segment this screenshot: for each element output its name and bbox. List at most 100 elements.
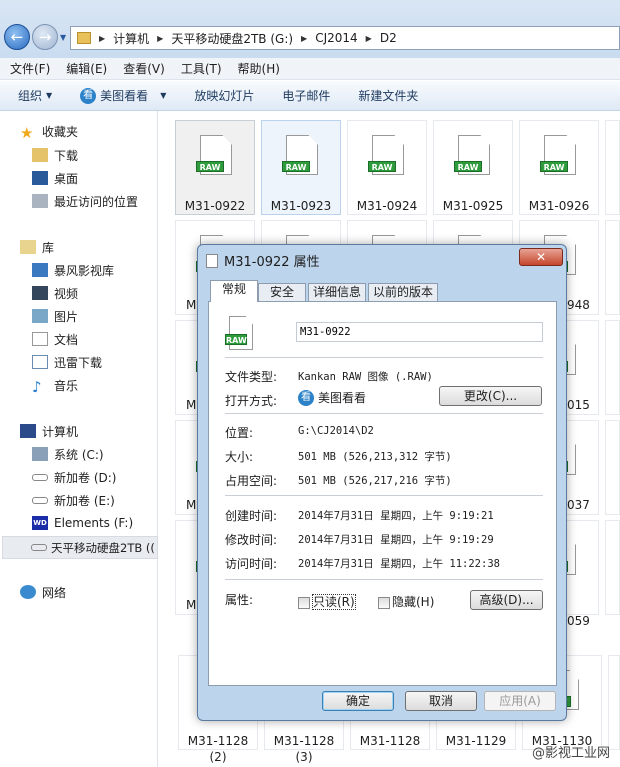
forward-button[interactable]: → bbox=[32, 24, 58, 50]
system-drive-icon bbox=[32, 447, 48, 461]
file-name-line: M31-0925 bbox=[442, 199, 504, 213]
tab-general[interactable]: 常规 bbox=[210, 280, 258, 302]
file-name-line: M31-0926 bbox=[528, 199, 590, 213]
sidebar-item-library[interactable]: 图片 bbox=[32, 306, 78, 326]
sidebar-item-desktop[interactable]: 桌面 bbox=[32, 168, 78, 188]
sidebar-libraries[interactable]: 库 bbox=[20, 237, 54, 257]
breadcrumb-item[interactable]: 天平移动硬盘2TB (G:) bbox=[171, 30, 293, 47]
change-button[interactable]: 更改(C)... bbox=[439, 386, 542, 406]
chevron-right-icon[interactable]: ▶ bbox=[99, 34, 105, 43]
sidebar-label: 图片 bbox=[54, 309, 79, 324]
sidebar-item-recent[interactable]: 最近访问的位置 bbox=[32, 191, 138, 211]
organize-label: 组织 bbox=[18, 89, 43, 103]
back-button[interactable]: ← bbox=[4, 24, 30, 50]
watermark: @影视工业网 bbox=[531, 746, 610, 761]
file-item[interactable] bbox=[605, 220, 620, 315]
file-name-line: (2) bbox=[209, 750, 227, 764]
menu-tools[interactable]: 工具(T) bbox=[181, 60, 222, 77]
organize-button[interactable]: 组织 ▼ bbox=[18, 87, 52, 104]
file-item[interactable] bbox=[605, 420, 620, 515]
file-name: M31-0924 bbox=[347, 198, 427, 214]
raw-badge: RAW bbox=[196, 161, 224, 172]
sidebar-item-library[interactable]: 迅雷下载 bbox=[32, 352, 102, 372]
chevron-right-icon[interactable]: ▶ bbox=[157, 34, 163, 43]
file-name-line: M31-1128 bbox=[273, 734, 335, 748]
file-type-label: 文件类型: bbox=[225, 370, 278, 384]
menu-edit[interactable]: 编辑(E) bbox=[66, 60, 107, 77]
file-item[interactable] bbox=[608, 655, 620, 750]
file-name: M31-0925 bbox=[433, 198, 513, 214]
chevron-down-icon: ▼ bbox=[46, 91, 53, 100]
menu-help[interactable]: 帮助(H) bbox=[238, 60, 280, 77]
dialog-titlebar: M31-0922 属性 bbox=[206, 251, 320, 270]
file-name-partial: M bbox=[186, 398, 197, 412]
menu-file[interactable]: 文件(F) bbox=[10, 60, 50, 77]
file-name-partial: 015 bbox=[567, 398, 590, 412]
sidebar-computer[interactable]: 计算机 bbox=[20, 421, 78, 441]
sidebar-label: 文档 bbox=[54, 332, 79, 347]
chevron-right-icon[interactable]: ▶ bbox=[301, 34, 307, 43]
sidebar-drive[interactable]: WD Elements (F:) bbox=[32, 513, 133, 533]
filename-input[interactable] bbox=[296, 322, 543, 342]
email-button[interactable]: 电子邮件 bbox=[282, 87, 330, 104]
new-folder-button[interactable]: 新建文件夹 bbox=[358, 87, 418, 104]
sidebar-drive-selected[interactable]: 天平移动硬盘2TB (( bbox=[2, 536, 158, 559]
sidebar-label: 网络 bbox=[42, 585, 67, 600]
tab-security[interactable]: 安全 bbox=[258, 283, 306, 301]
breadcrumb-item[interactable]: 计算机 bbox=[113, 30, 149, 47]
file-item[interactable] bbox=[605, 120, 620, 215]
close-button[interactable]: ✕ bbox=[519, 248, 563, 266]
sidebar-drive[interactable]: 新加卷 (D:) bbox=[32, 467, 116, 487]
sidebar-drive[interactable]: 系统 (C:) bbox=[32, 444, 104, 464]
cancel-button[interactable]: 取消 bbox=[405, 691, 477, 711]
file-item[interactable] bbox=[605, 320, 620, 415]
menu-view[interactable]: 查看(V) bbox=[123, 60, 165, 77]
sidebar-item-library[interactable]: ♪ 音乐 bbox=[32, 375, 79, 396]
open-with-button[interactable]: 看美图看看 ▼ bbox=[80, 87, 166, 104]
sidebar-item-library[interactable]: 文档 bbox=[32, 329, 78, 349]
sidebar-item-library[interactable]: 视频 bbox=[32, 283, 78, 303]
sidebar-label: 视频 bbox=[54, 286, 79, 301]
breadcrumb-item[interactable]: D2 bbox=[380, 31, 397, 45]
sidebar-item-downloads[interactable]: 下载 bbox=[32, 145, 78, 165]
sidebar-favorites[interactable]: ★ 收藏夹 bbox=[20, 121, 78, 142]
sidebar-drive[interactable]: 新加卷 (E:) bbox=[32, 490, 115, 510]
sidebar-label: 迅雷下载 bbox=[54, 355, 103, 370]
file-name-line: M31-1128 bbox=[359, 734, 421, 748]
sidebar-label: 暴风影视库 bbox=[54, 263, 115, 278]
address-bar[interactable]: ▶ 计算机 ▶ 天平移动硬盘2TB (G:) ▶ CJ2014 ▶ D2 bbox=[70, 26, 620, 50]
readonly-checkbox[interactable]: 只读(R) bbox=[298, 593, 356, 610]
file-name: M31-0923 bbox=[261, 198, 341, 214]
sidebar-label: 桌面 bbox=[54, 171, 79, 186]
sidebar-item-library[interactable]: 暴风影视库 bbox=[32, 260, 114, 280]
chevron-right-icon[interactable]: ▶ bbox=[366, 34, 372, 43]
file-type-value: Kankan RAW 图像 (.RAW) bbox=[298, 371, 433, 383]
desktop-icon bbox=[32, 171, 48, 185]
open-with-app: 美图看看 bbox=[318, 391, 367, 405]
general-tab-panel: RAW 文件类型: Kankan RAW 图像 (.RAW) 打开方式: 看美图… bbox=[208, 301, 557, 686]
file-item[interactable] bbox=[605, 520, 620, 615]
breadcrumb-item[interactable]: CJ2014 bbox=[315, 31, 357, 45]
history-dropdown-icon[interactable]: ▼ bbox=[60, 33, 66, 42]
hidden-checkbox[interactable]: 隐藏(H) bbox=[378, 593, 434, 610]
tab-previous-versions[interactable]: 以前的版本 bbox=[368, 283, 438, 301]
advanced-button[interactable]: 高级(D)... bbox=[470, 590, 543, 610]
recent-places-icon bbox=[32, 194, 48, 208]
sidebar-label: 库 bbox=[42, 240, 55, 255]
disk-size-label: 占用空间: bbox=[225, 474, 278, 488]
sidebar-label: 天平移动硬盘2TB (( bbox=[51, 540, 155, 555]
raw-file-icon bbox=[206, 253, 218, 268]
file-name: M31-1129 bbox=[436, 733, 516, 749]
drive-icon bbox=[31, 544, 47, 551]
meitu-icon: 看 bbox=[80, 87, 97, 104]
sidebar-label: 音乐 bbox=[54, 378, 79, 393]
wd-drive-icon: WD bbox=[32, 516, 48, 530]
ok-button[interactable]: 确定 bbox=[322, 691, 394, 711]
apply-button[interactable]: 应用(A) bbox=[484, 691, 556, 711]
slideshow-button[interactable]: 放映幻灯片 bbox=[194, 87, 254, 104]
file-name-partial: 948 bbox=[567, 298, 590, 312]
tab-details[interactable]: 详细信息 bbox=[308, 283, 366, 301]
sidebar-network[interactable]: 网络 bbox=[20, 582, 66, 602]
modified-label: 修改时间: bbox=[225, 533, 278, 547]
raw-badge: RAW bbox=[368, 161, 396, 172]
